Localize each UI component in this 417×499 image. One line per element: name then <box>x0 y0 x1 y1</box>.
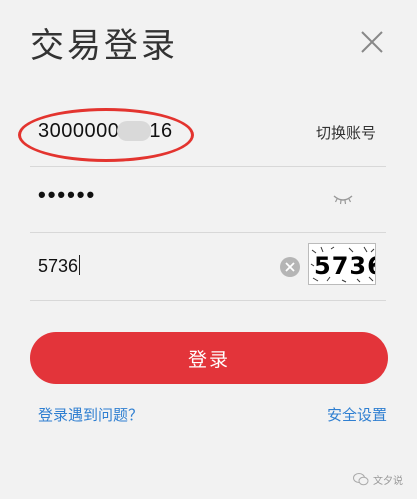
text-caret <box>79 255 81 275</box>
captcha-image[interactable]: 5736 <box>308 243 376 285</box>
login-help-link[interactable]: 登录遇到问题？ <box>38 404 143 425</box>
switch-account-link[interactable]: 切换账号 <box>316 122 376 143</box>
close-icon <box>361 31 383 53</box>
password-row: •••••• <box>30 166 386 233</box>
annotation-circle <box>18 108 194 162</box>
security-settings-link[interactable]: 安全设置 <box>327 404 387 425</box>
clear-icon <box>285 262 295 272</box>
eye-closed-icon[interactable] <box>332 193 354 207</box>
login-button[interactable]: 登录 <box>30 332 388 384</box>
clear-captcha-button[interactable] <box>280 257 300 277</box>
captcha-input-value: 5736 <box>38 256 79 276</box>
password-input[interactable]: •••••• <box>38 182 96 208</box>
captcha-row: 5736 5736 <box>30 232 386 301</box>
login-dialog: 交易登录 3000000 16 切换账号 •••••• 5736 573 登录 … <box>0 0 417 499</box>
watermark-text: 文夕说 <box>373 476 403 487</box>
captcha-input[interactable]: 5736 <box>38 255 268 277</box>
page-title: 交易登录 <box>30 26 178 66</box>
close-button[interactable] <box>356 26 388 58</box>
account-row: 3000000 16 切换账号 <box>18 100 386 167</box>
watermark: 文夕说 <box>353 472 403 487</box>
wechat-icon <box>353 473 369 486</box>
captcha-code: 5736 <box>314 252 375 280</box>
